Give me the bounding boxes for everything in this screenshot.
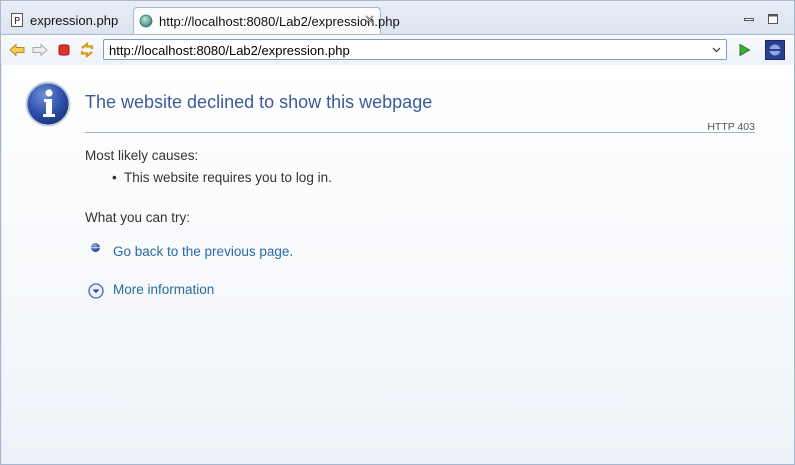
close-icon[interactable] — [364, 14, 375, 25]
svg-text:P: P — [14, 16, 20, 27]
refresh-icon — [80, 42, 94, 58]
cause-text: This website requires you to log in. — [123, 170, 332, 185]
page-title: The website declined to show this webpag… — [85, 92, 433, 112]
maximize-icon[interactable] — [767, 13, 779, 25]
forward-arrow-icon — [32, 43, 48, 57]
php-file-icon: P — [11, 13, 23, 27]
tab-localhost[interactable]: http://localhost:8080/Lab2/expression.ph… — [133, 7, 400, 34]
title-divider — [85, 132, 755, 133]
minimize-icon[interactable] — [743, 13, 755, 25]
more-information-link[interactable]: More information — [113, 282, 214, 297]
tab-expression-php[interactable]: P expression.php — [6, 7, 132, 33]
forward-button[interactable] — [31, 41, 49, 59]
try-heading: What you can try: — [85, 210, 191, 225]
stop-icon — [58, 44, 70, 56]
address-bar[interactable] — [103, 39, 727, 60]
go-back-link[interactable]: Go back to the previous page. — [113, 244, 293, 259]
tab-label: expression.php — [30, 12, 119, 28]
eclipse-button[interactable] — [764, 39, 786, 61]
go-button[interactable] — [735, 41, 753, 59]
info-icon — [25, 81, 71, 127]
cause-item: • This website requires you to log in. — [112, 170, 332, 185]
url-input[interactable] — [109, 42, 699, 58]
expand-chevron-icon[interactable] — [88, 283, 104, 299]
eclipse-icon — [765, 40, 785, 60]
back-arrow-icon — [9, 43, 25, 57]
navigation-toolbar — [1, 34, 794, 66]
causes-heading: Most likely causes: — [85, 148, 199, 163]
chevron-down-icon[interactable] — [711, 44, 722, 55]
browser-window: P expression.php http://localhost:8080/L… — [0, 0, 795, 465]
globe-icon — [139, 14, 153, 28]
go-icon — [739, 43, 751, 57]
back-button[interactable] — [8, 41, 26, 59]
bullet-dot-icon — [91, 243, 100, 252]
error-page: The website declined to show this webpag… — [2, 65, 794, 464]
refresh-button[interactable] — [78, 41, 96, 59]
stop-button[interactable] — [55, 41, 73, 59]
tab-strip: P expression.php http://localhost:8080/L… — [1, 1, 794, 34]
